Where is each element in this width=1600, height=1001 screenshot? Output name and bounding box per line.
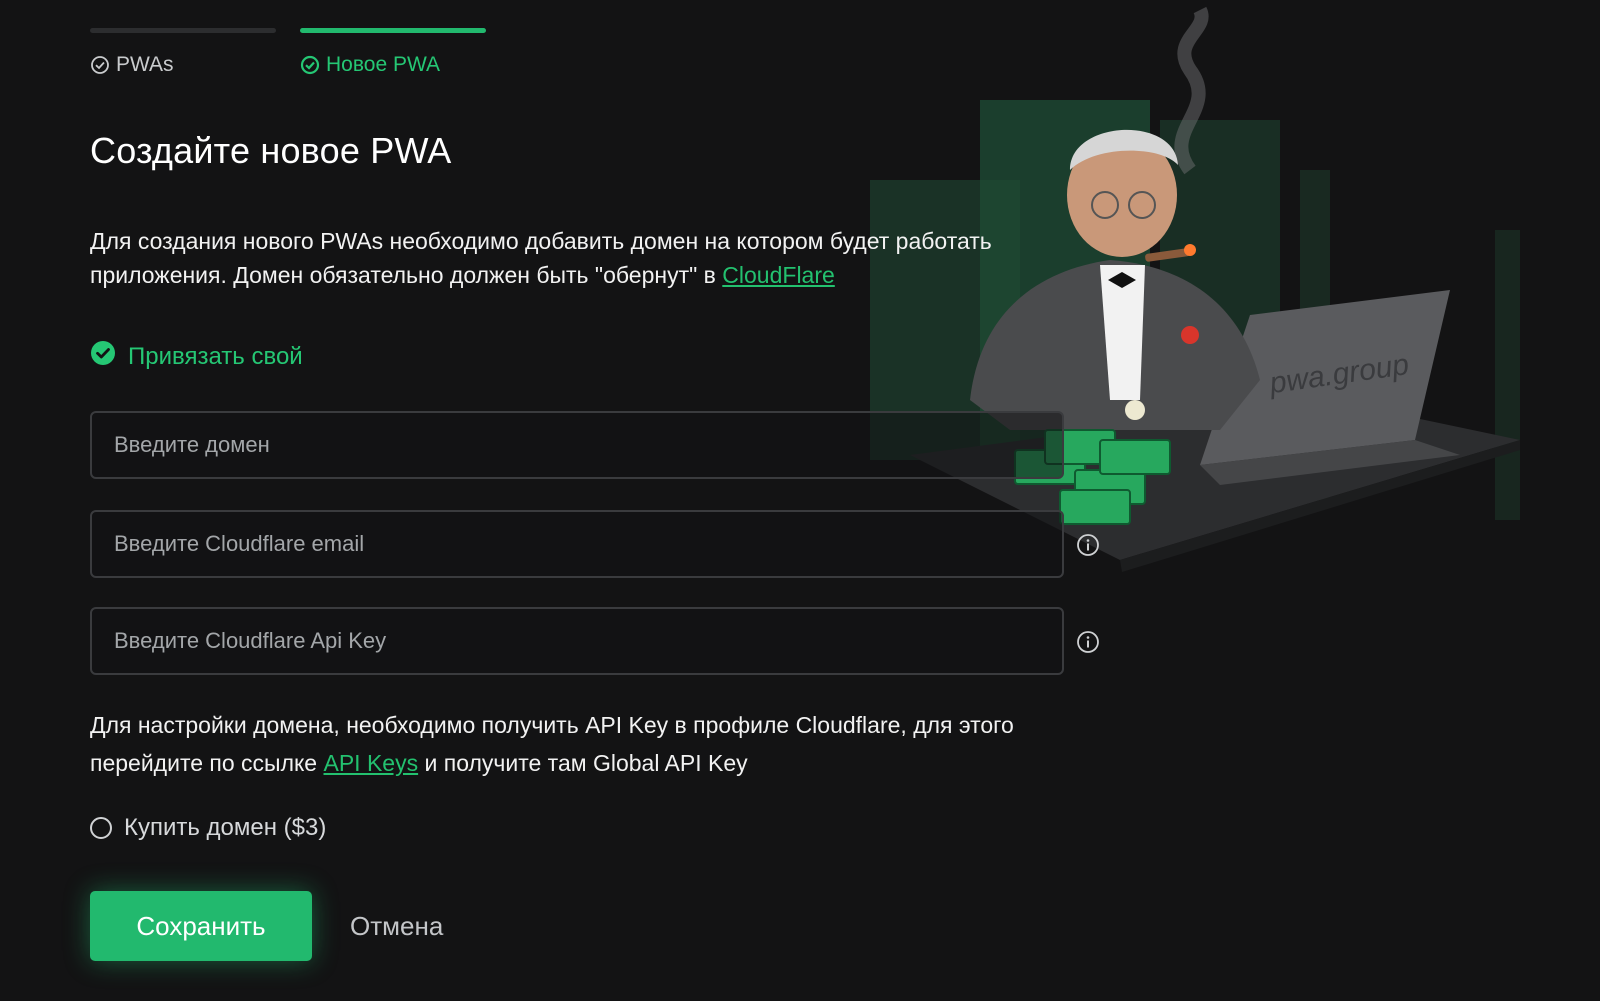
step-new-pwa-label-row: Новое PWA: [300, 53, 486, 77]
laptop-label: pwa.group: [1267, 348, 1411, 400]
check-circle-icon: [300, 55, 320, 75]
cloudflare-email-field[interactable]: [90, 510, 1064, 578]
check-circle-icon: [90, 55, 110, 75]
page-title: Создайте новое PWA: [90, 130, 452, 171]
step-pwas[interactable]: PWAs: [90, 28, 276, 77]
check-circle-filled-icon: [90, 340, 116, 373]
api-keys-link[interactable]: API Keys: [324, 750, 419, 776]
intro-text: Для создания нового PWAs необходимо доба…: [90, 224, 1110, 292]
domain-field[interactable]: [90, 411, 1064, 479]
cloudflare-api-key-field[interactable]: [90, 607, 1064, 675]
save-button[interactable]: Сохранить: [90, 891, 312, 961]
step-pwas-label: PWAs: [116, 53, 174, 76]
cloudflare-email-input[interactable]: [112, 530, 1062, 558]
cloudflare-link[interactable]: CloudFlare: [722, 262, 835, 288]
cloudflare-api-key-input[interactable]: [112, 627, 1062, 655]
cancel-button[interactable]: Отмена: [342, 891, 451, 961]
info-icon[interactable]: [1076, 533, 1100, 557]
buy-domain-option[interactable]: Купить домен ($3): [90, 814, 326, 842]
step-progress-bar: [90, 28, 276, 33]
stepper: PWAs Новое PWA: [90, 28, 486, 77]
api-key-help-text: Для настройки домена, необходимо получит…: [90, 706, 1120, 782]
help-text-after: и получите там Global API Key: [418, 750, 748, 776]
bind-own-domain-label: Привязать свой: [128, 342, 303, 370]
step-progress-bar: [300, 28, 486, 33]
radio-button[interactable]: [90, 817, 112, 839]
step-new-pwa-label: Новое PWA: [326, 53, 441, 76]
info-icon[interactable]: [1076, 630, 1100, 654]
bind-own-domain-option[interactable]: Привязать свой: [90, 340, 303, 373]
buy-domain-label: Купить домен ($3): [124, 814, 327, 841]
domain-input[interactable]: [112, 431, 1062, 459]
intro-text-body: Для создания нового PWAs необходимо доба…: [90, 228, 992, 288]
step-new-pwa[interactable]: Новое PWA: [300, 28, 486, 77]
step-pwas-label-row: PWAs: [90, 53, 276, 77]
create-pwa-page: pwa.group PWAs Новое PWA Создайте новое …: [0, 0, 1600, 1001]
